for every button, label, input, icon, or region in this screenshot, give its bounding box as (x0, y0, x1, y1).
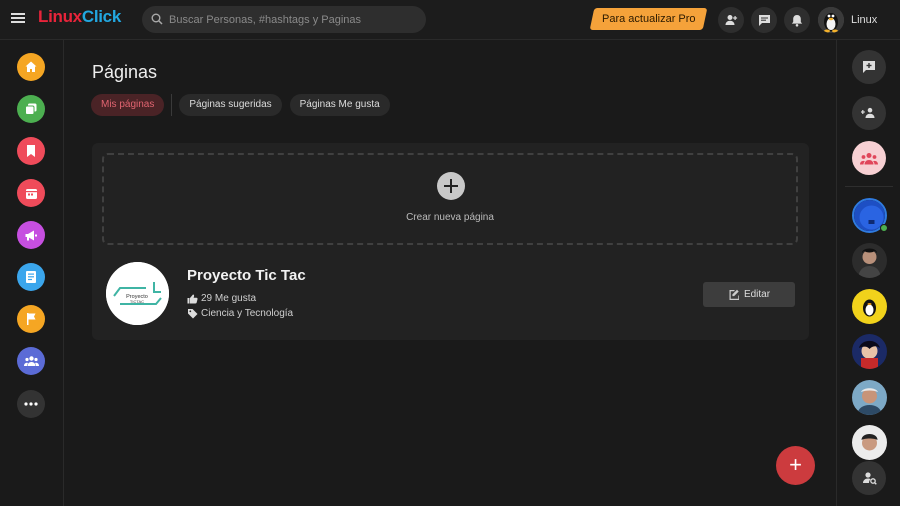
contact-avatar-image (852, 380, 887, 415)
create-page-label: Crear nueva página (406, 212, 494, 223)
edit-page-button[interactable]: Editar (703, 282, 795, 307)
megaphone-icon (25, 230, 37, 240)
create-page-area[interactable]: Crear nueva página (102, 153, 798, 245)
notifications-button[interactable] (784, 7, 810, 33)
avatar (818, 7, 844, 33)
left-sidebar (0, 40, 64, 506)
add-chat-icon (863, 61, 875, 73)
nav-groups[interactable] (17, 347, 45, 375)
add-person-icon (725, 15, 738, 25)
page-category: Ciencia y Tecnología (187, 308, 293, 319)
groups-icon (23, 356, 39, 366)
tab-suggested-pages[interactable]: Páginas sugeridas (179, 94, 282, 116)
nav-blog[interactable] (17, 263, 45, 291)
page-category-label: Ciencia y Tecnología (201, 308, 294, 319)
logo-part-click: Click (81, 7, 121, 26)
groups-icon (860, 152, 878, 164)
contact-avatar[interactable] (852, 243, 887, 278)
page-list-item: Proyecto TICTAC Proyecto Tic Tac 29 Me g… (106, 262, 796, 326)
tab-my-pages[interactable]: Mis páginas (91, 94, 165, 116)
nav-more[interactable] (17, 390, 45, 418)
main-content: Páginas Mis páginas Páginas sugeridas Pá… (64, 40, 836, 506)
nav-home[interactable] (17, 53, 45, 81)
logo-part-linux: Linux (38, 7, 82, 26)
add-people-icon (861, 107, 875, 118)
friend-requests-button[interactable] (718, 7, 744, 33)
upgrade-pro-button[interactable]: Para actualizar Pro (589, 8, 708, 30)
calendar-icon (25, 188, 37, 199)
logo[interactable]: LinuxClick (38, 7, 121, 27)
pages-card: Crear nueva página Proyecto TICTAC Proye… (92, 143, 809, 340)
user-menu[interactable]: Linux (818, 6, 877, 34)
nav-saved[interactable] (17, 137, 45, 165)
chat-copy-icon (25, 103, 37, 115)
sidebar-divider (845, 186, 893, 187)
page-name-link[interactable]: Proyecto Tic Tac (187, 267, 306, 284)
thumbs-up-icon (187, 294, 198, 303)
page-avatar[interactable]: Proyecto TICTAC (106, 262, 169, 325)
find-friends-button[interactable] (852, 96, 886, 130)
home-icon (25, 61, 37, 72)
search-input[interactable] (169, 6, 419, 33)
search-contacts-button[interactable] (852, 461, 886, 495)
contact-avatar-image (852, 243, 887, 278)
search-bar[interactable] (142, 6, 426, 33)
bell-icon (791, 14, 803, 27)
pages-tabs: Mis páginas Páginas sugeridas Páginas Me… (91, 94, 398, 116)
contact-avatar-image (852, 334, 887, 369)
top-bar: LinuxClick Para actualizar Pro Linux (0, 0, 900, 40)
contact-avatar-image (852, 425, 887, 460)
tab-liked-pages[interactable]: Páginas Me gusta (289, 94, 390, 116)
search-icon (151, 13, 163, 25)
contact-avatar[interactable] (852, 425, 887, 460)
new-message-button[interactable] (852, 50, 886, 84)
tux-avatar-icon (818, 7, 844, 33)
messages-button[interactable] (751, 7, 777, 33)
page-likes-count: 29 Me gusta (201, 293, 257, 304)
menu-icon[interactable] (10, 11, 26, 27)
groups-button[interactable] (852, 141, 886, 175)
flag-icon (27, 313, 36, 325)
search-person-icon (862, 472, 877, 485)
proyecto-tictac-logo-icon: Proyecto TICTAC (106, 262, 169, 325)
nav-posts[interactable] (17, 95, 45, 123)
more-icon (24, 402, 38, 406)
user-name: Linux (851, 14, 878, 26)
contact-avatar[interactable] (852, 380, 887, 415)
bookmark-icon (27, 145, 35, 157)
logo-lettering-2: TICTAC (130, 299, 144, 304)
tab-divider (171, 94, 173, 116)
nav-ads[interactable] (17, 221, 45, 249)
message-icon (758, 14, 770, 26)
nav-events[interactable] (17, 179, 45, 207)
news-icon (26, 271, 36, 283)
tag-icon (188, 309, 198, 319)
create-fab-button[interactable]: + (776, 446, 815, 485)
linux-tux-avatar-image (852, 289, 887, 324)
edit-page-label: Editar (743, 289, 771, 300)
online-status-indicator (880, 224, 888, 232)
plus-circle-icon (437, 172, 465, 200)
edit-icon (729, 289, 739, 300)
right-sidebar (836, 40, 900, 506)
page-title: Páginas (92, 62, 158, 82)
page-likes: 29 Me gusta (187, 293, 256, 304)
nav-pages[interactable] (17, 305, 45, 333)
contact-avatar[interactable] (852, 289, 887, 324)
contact-avatar[interactable] (852, 334, 887, 369)
upgrade-pro-label: Para actualizar Pro (601, 13, 696, 25)
